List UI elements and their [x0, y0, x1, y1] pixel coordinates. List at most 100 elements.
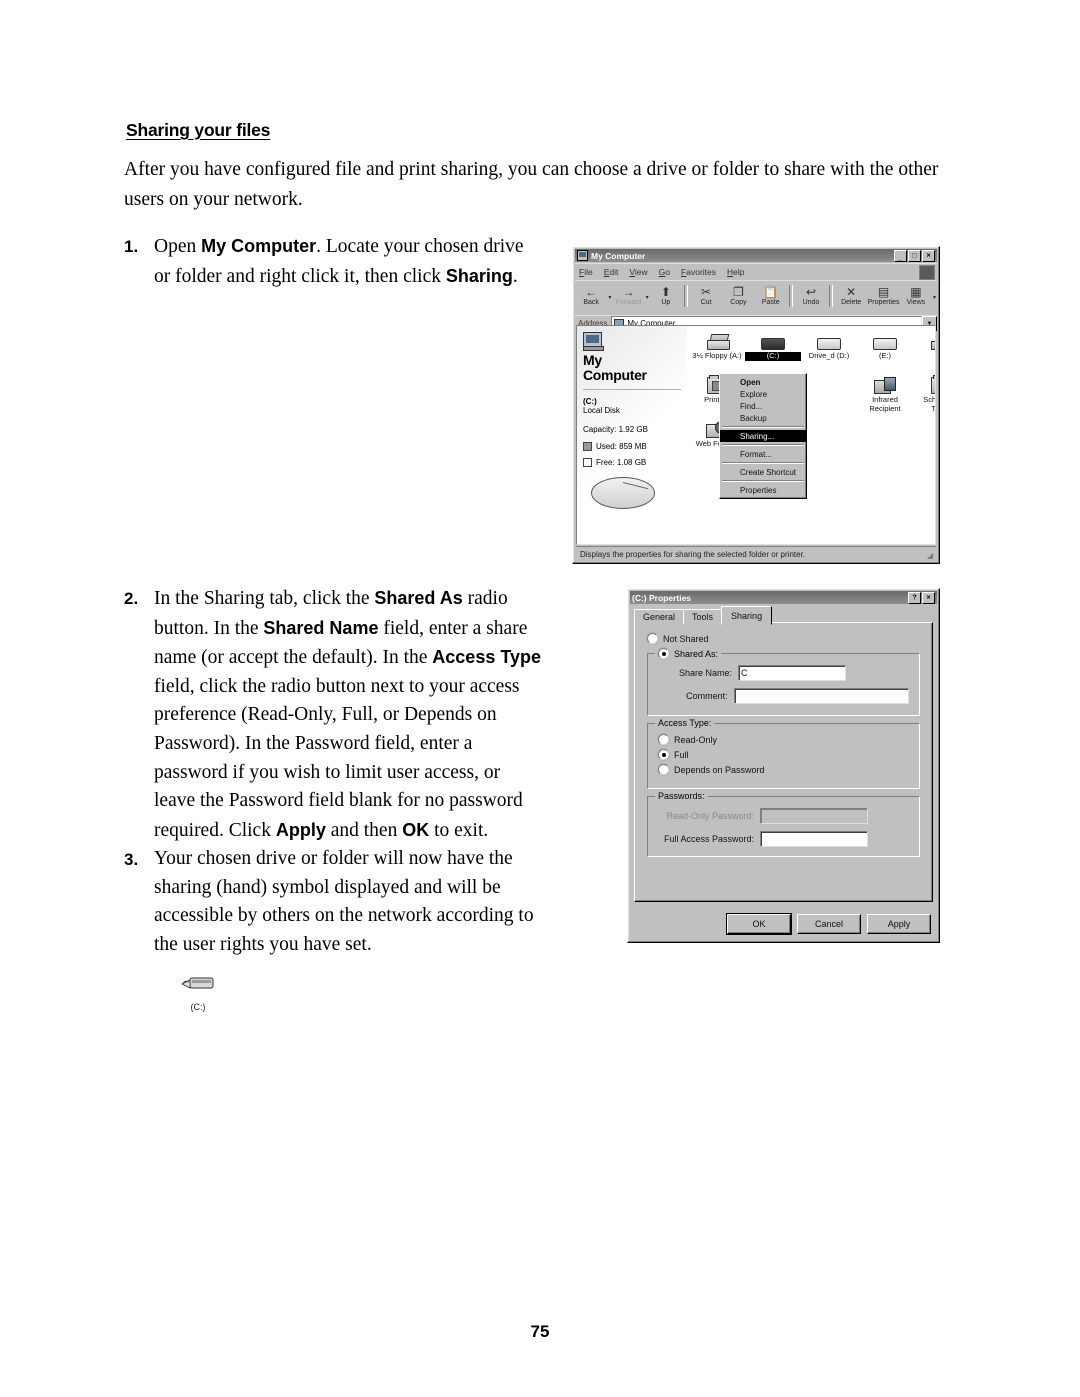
- context-menu-item-find[interactable]: Find...: [720, 400, 806, 412]
- icon-glyph: [689, 330, 745, 350]
- resize-grip-icon[interactable]: ◢: [927, 551, 933, 560]
- access-type-option-full[interactable]: Full: [658, 749, 909, 760]
- tab-sharing[interactable]: Sharing: [721, 606, 773, 625]
- menu-item-go[interactable]: Go: [659, 267, 670, 277]
- menu-item-help[interactable]: Help: [727, 267, 744, 277]
- shared-drive-figure: (C:): [168, 975, 228, 1012]
- delete-x-icon: ✕: [846, 284, 857, 299]
- toolbar-dropdown-arrow-icon[interactable]: ▾: [646, 282, 649, 301]
- window-client-area: My Computer (C:) Local Disk Capacity: 1.9…: [576, 325, 936, 545]
- disk-usage-pie-chart: [591, 477, 655, 509]
- toolbar-button-label: Views: [906, 299, 926, 306]
- menu-bar: File Edit View Go Favorites Help: [575, 263, 937, 280]
- access-type-option-readonly[interactable]: Read-Only: [658, 734, 909, 745]
- icon-label: (C:): [745, 351, 801, 361]
- access-type-option-label: Full: [674, 749, 689, 760]
- toolbar-button-views[interactable]: ▦ Views: [900, 282, 932, 307]
- context-menu-item-createshortcut[interactable]: Create Shortcut: [720, 466, 806, 478]
- icon-glyph: [745, 330, 801, 350]
- toolbar: ← Back ▾ → Forward ▾ ⬆ Up ✂ Cut ❐ Copy 📋 Paste ↩ Undo ✕ D…: [575, 280, 937, 313]
- steps-list: 1. Open My Computer. Locate your chosen …: [124, 232, 544, 291]
- undo-arrow-icon: ↩: [805, 284, 816, 299]
- icon-label: Infrared Recipient: [869, 395, 901, 413]
- shared-drive-hand-icon: [181, 977, 214, 989]
- maximize-button[interactable]: □: [908, 249, 921, 262]
- toolbar-button-label: Cut: [700, 299, 712, 306]
- window-title: My Computer: [591, 250, 646, 261]
- context-menu-item-properties[interactable]: Properties: [720, 484, 806, 496]
- desktop-icon[interactable]: 3½ Floppy (A:): [689, 330, 745, 361]
- not-shared-radio[interactable]: Not Shared: [647, 633, 920, 644]
- help-button[interactable]: ?: [908, 591, 921, 604]
- comment-input[interactable]: [733, 688, 909, 704]
- icon-glyph: [801, 330, 857, 350]
- context-menu-item-explore[interactable]: Explore: [720, 388, 806, 400]
- toolbar-button-back[interactable]: ← Back: [575, 282, 607, 307]
- share-name-label: Share Name:: [678, 668, 732, 678]
- close-button[interactable]: ×: [922, 249, 935, 262]
- desktop-icon[interactable]: Scheduled Tasks: [913, 374, 935, 413]
- used-swatch-icon: [583, 442, 592, 451]
- my-computer-window: My Computer _ □ × File Edit View Go Favorite…: [572, 246, 940, 564]
- menu-item-favorites[interactable]: Favorites: [681, 267, 716, 277]
- windows-logo-icon: [919, 265, 935, 280]
- tab-tools[interactable]: Tools: [683, 609, 723, 624]
- tab-general[interactable]: General: [634, 609, 685, 624]
- menu-separator: [722, 426, 804, 428]
- toolbar-button-undo[interactable]: ↩ Undo: [795, 282, 827, 307]
- properties-icon: ▤: [877, 284, 890, 299]
- context-menu-item-open[interactable]: Open: [720, 376, 806, 388]
- close-button[interactable]: ×: [922, 591, 935, 604]
- drive-used-legend: Used: 859 MB: [583, 442, 687, 451]
- menu-item-edit[interactable]: Edit: [604, 267, 619, 277]
- desktop-icon[interactable]: Infrared Recipient: [857, 374, 913, 413]
- access-type-option-dependsonpassword[interactable]: Depends on Password: [658, 764, 909, 775]
- context-menu-item-backup[interactable]: Backup: [720, 412, 806, 424]
- drive-free-legend: Free: 1.08 GB: [583, 458, 687, 467]
- minimize-button[interactable]: _: [894, 249, 907, 262]
- context-menu-item-sharing[interactable]: Sharing...: [720, 430, 806, 442]
- tab-strip: General Tools Sharing: [634, 606, 773, 625]
- passwords-label: Passwords:: [655, 791, 708, 801]
- apply-button[interactable]: Apply: [867, 914, 931, 934]
- menu-item-file[interactable]: File: [579, 267, 593, 277]
- step-number: 3.: [124, 850, 139, 869]
- info-pane: My Computer (C:) Local Disk Capacity: 1.9…: [577, 326, 687, 544]
- toolbar-button-delete[interactable]: ✕ Delete: [835, 282, 867, 307]
- toolbar-button-copy[interactable]: ❐ Copy: [722, 282, 754, 307]
- context-menu-item-format[interactable]: Format...: [720, 448, 806, 460]
- desktop-icon[interactable]: (C:): [745, 330, 801, 361]
- icon-label: (E:): [878, 351, 892, 360]
- full-access-password-input[interactable]: [760, 831, 868, 847]
- close-icon: ×: [926, 594, 931, 601]
- drive-name: (C:): [583, 397, 597, 406]
- toolbar-dropdown-arrow-icon[interactable]: ▾: [933, 282, 936, 301]
- ok-button[interactable]: OK: [727, 914, 791, 934]
- toolbar-dropdown-arrow-icon[interactable]: ▾: [608, 282, 611, 301]
- toolbar-button-cut[interactable]: ✂ Cut: [690, 282, 722, 307]
- shared-as-radio[interactable]: Shared As:: [655, 648, 722, 659]
- desktop-icon[interactable]: Drive_d (D:): [801, 330, 857, 361]
- menu-item-view[interactable]: View: [629, 267, 647, 277]
- access-type-option-label: Read-Only: [674, 734, 718, 745]
- cancel-button[interactable]: Cancel: [797, 914, 861, 934]
- dialog-buttons: OK Cancel Apply: [727, 914, 931, 934]
- toolbar-button-properties[interactable]: ▤ Properties: [867, 282, 900, 307]
- not-shared-label: Not Shared: [663, 633, 709, 644]
- step-number: 2.: [124, 589, 139, 608]
- free-swatch-icon: [583, 458, 592, 467]
- share-name-input[interactable]: C: [738, 665, 846, 681]
- intro-paragraph: After you have configured file and print…: [124, 159, 939, 210]
- desktop-icon[interactable]: (E:): [857, 330, 913, 361]
- toolbar-button-paste[interactable]: 📋 Paste: [755, 282, 787, 307]
- folder-icon: [930, 375, 935, 394]
- toolbar-button-up[interactable]: ⬆ Up: [650, 282, 682, 307]
- radio-indicator: [658, 764, 669, 775]
- copy-icon: ❐: [733, 284, 744, 299]
- desktop-icon[interactable]: (F:): [913, 330, 935, 361]
- up-folder-icon: ⬆: [660, 284, 671, 299]
- menu-separator: [722, 480, 804, 482]
- dialog-window-controls: ? ×: [908, 591, 935, 604]
- minimize-icon: _: [898, 254, 903, 261]
- access-type-option-label: Depends on Password: [674, 764, 765, 775]
